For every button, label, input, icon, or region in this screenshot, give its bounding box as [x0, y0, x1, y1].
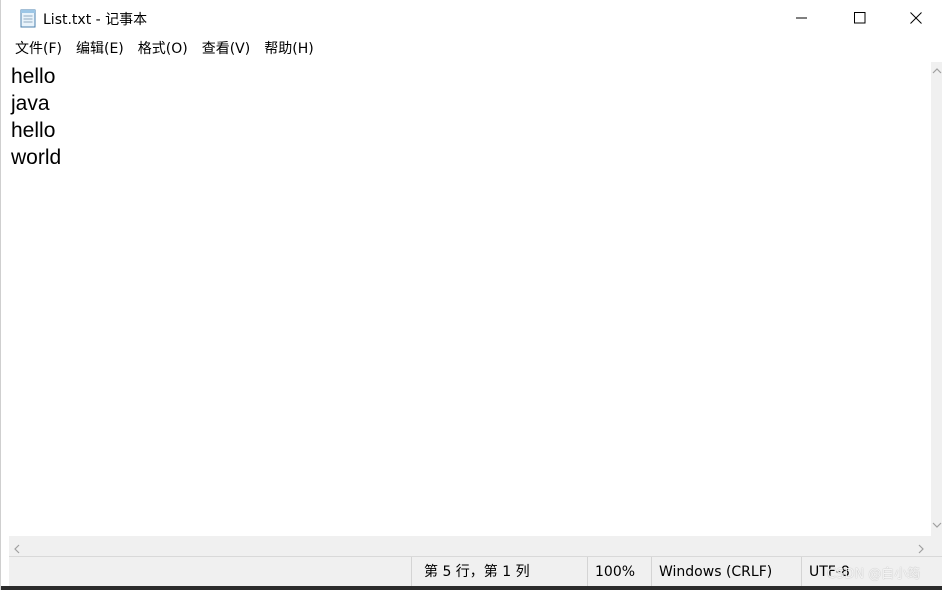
- maximize-icon: [854, 12, 866, 24]
- minimize-button[interactable]: [773, 0, 831, 36]
- scroll-down-arrow-icon[interactable]: [931, 520, 942, 532]
- window-left-edge: [1, 62, 9, 586]
- scroll-up-arrow-icon[interactable]: [931, 66, 942, 78]
- scroll-right-arrow-icon[interactable]: [915, 540, 927, 554]
- horizontal-scrollbar[interactable]: [9, 536, 931, 556]
- taskbar-edge: [1, 586, 942, 590]
- vertical-scrollbar[interactable]: [931, 62, 942, 536]
- cursor-position: 第 5 行，第 1 列: [411, 557, 585, 587]
- text-editor[interactable]: hello java hello world: [9, 62, 931, 536]
- notepad-window: List.txt - 记事本 文件(F) 编辑(E) 格式(O) 查看(V) 帮…: [0, 0, 942, 590]
- text-line: java: [11, 92, 50, 115]
- text-line: hello: [11, 119, 56, 142]
- menu-view[interactable]: 查看(V): [195, 38, 258, 60]
- close-button[interactable]: [889, 0, 942, 36]
- zoom-level: 100%: [587, 557, 651, 587]
- line-ending: Windows (CRLF): [651, 557, 801, 587]
- notepad-icon: [19, 8, 37, 28]
- close-icon: [910, 12, 922, 24]
- minimize-icon: [796, 17, 807, 19]
- status-bar: 第 5 行，第 1 列 100% Windows (CRLF) UTF-8: [9, 556, 942, 587]
- scrollbar-corner: [931, 536, 942, 556]
- maximize-button[interactable]: [831, 0, 889, 36]
- menu-edit[interactable]: 编辑(E): [69, 38, 131, 60]
- menu-help[interactable]: 帮助(H): [257, 38, 320, 60]
- text-line: world: [11, 146, 62, 169]
- window-title: List.txt - 记事本: [43, 12, 148, 28]
- text-line: hello: [11, 65, 56, 88]
- menu-file[interactable]: 文件(F): [8, 38, 69, 60]
- menu-format[interactable]: 格式(O): [131, 38, 195, 60]
- title-bar[interactable]: List.txt - 记事本: [1, 0, 942, 36]
- scroll-left-arrow-icon[interactable]: [11, 540, 23, 554]
- menu-bar: 文件(F) 编辑(E) 格式(O) 查看(V) 帮助(H): [1, 36, 942, 62]
- watermark: CSDN @白小筠: [827, 567, 921, 582]
